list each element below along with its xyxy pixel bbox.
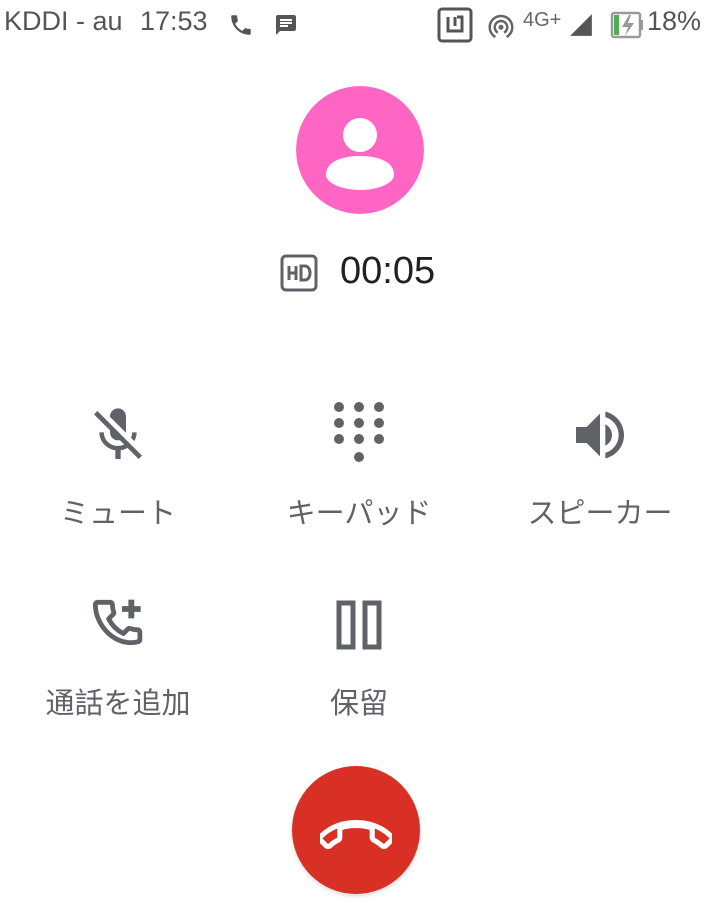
battery-percent: 18% [647, 6, 702, 36]
message-icon [274, 13, 298, 41]
end-call-button[interactable] [292, 766, 420, 894]
hotspot-icon [486, 11, 516, 45]
speaker-label: スピーカー [527, 496, 673, 530]
status-bar: KDDI - au 17:53 4G+ 18% [0, 0, 720, 52]
keypad-button[interactable]: キーパッド [259, 400, 459, 532]
call-timer: 00:05 [340, 250, 436, 292]
mute-button[interactable]: ミュート [18, 400, 218, 532]
person-icon [296, 86, 424, 214]
add-call-label: 通話を追加 [45, 686, 191, 720]
hold-label: 保留 [329, 686, 388, 720]
mic-off-icon [94, 408, 142, 459]
contact-avatar [296, 86, 424, 214]
speaker-button[interactable]: スピーカー [500, 400, 700, 532]
hd-icon [280, 254, 318, 296]
nfc-icon [437, 7, 473, 47]
pause-icon [336, 600, 382, 650]
status-time: 17:53 [140, 6, 208, 36]
volume-icon [576, 411, 624, 459]
add-call-button[interactable]: 通話を追加 [18, 590, 218, 722]
phone-icon [228, 12, 254, 42]
hold-button[interactable]: 保留 [259, 590, 459, 722]
keypad-label: キーパッド [286, 496, 432, 530]
signal-icon [568, 12, 594, 42]
network-type: 4G+ [523, 9, 562, 31]
mute-label: ミュート [59, 496, 176, 530]
battery-charging-icon [610, 9, 644, 45]
carrier-name: KDDI - au [4, 6, 123, 36]
call-end-icon [320, 819, 392, 850]
add-call-icon [92, 599, 143, 646]
dialpad-icon [334, 402, 384, 462]
